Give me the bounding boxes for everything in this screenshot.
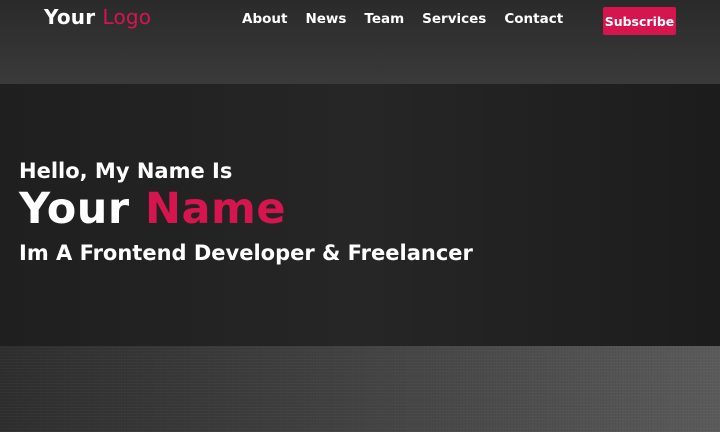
nav-link-news[interactable]: News bbox=[305, 11, 346, 27]
hero-name-first: Your bbox=[19, 184, 130, 234]
hero-name-accent: Name bbox=[145, 184, 287, 234]
navbar: Your Logo About News Team Services Conta… bbox=[0, 0, 720, 84]
logo-accent-text: Logo bbox=[102, 5, 152, 29]
main-nav: About News Team Services Contact bbox=[242, 11, 563, 27]
hero-section: Hello, My Name Is Your Name Im A Fronten… bbox=[0, 84, 720, 346]
hero-name: Your Name bbox=[19, 184, 286, 234]
hero-tagline: Im A Frontend Developer & Freelancer bbox=[19, 241, 473, 265]
nav-link-team[interactable]: Team bbox=[364, 11, 404, 27]
logo[interactable]: Your Logo bbox=[44, 5, 151, 29]
nav-link-contact[interactable]: Contact bbox=[504, 11, 563, 27]
subscribe-button[interactable]: Subscribe bbox=[603, 7, 676, 35]
hero-greeting: Hello, My Name Is bbox=[19, 159, 233, 183]
nav-link-about[interactable]: About bbox=[242, 11, 287, 27]
page: Your Logo About News Team Services Conta… bbox=[0, 0, 720, 432]
logo-text: Your bbox=[44, 5, 96, 29]
nav-link-services[interactable]: Services bbox=[422, 11, 486, 27]
